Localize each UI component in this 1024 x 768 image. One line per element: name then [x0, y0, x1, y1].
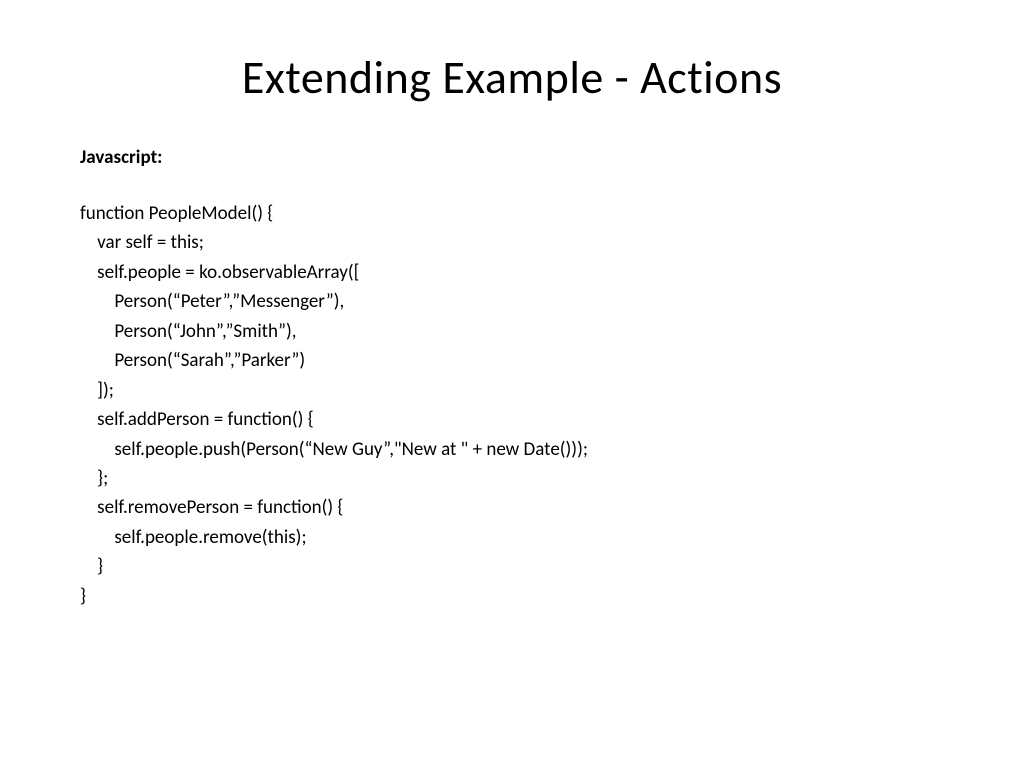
slide-content: Extending Example - Actions Javascript: …: [0, 0, 1024, 768]
code-language-label: Javascript:: [80, 146, 944, 169]
slide-title: Extending Example - Actions: [80, 50, 944, 106]
code-block: function PeopleModel() { var self = this…: [80, 199, 944, 611]
